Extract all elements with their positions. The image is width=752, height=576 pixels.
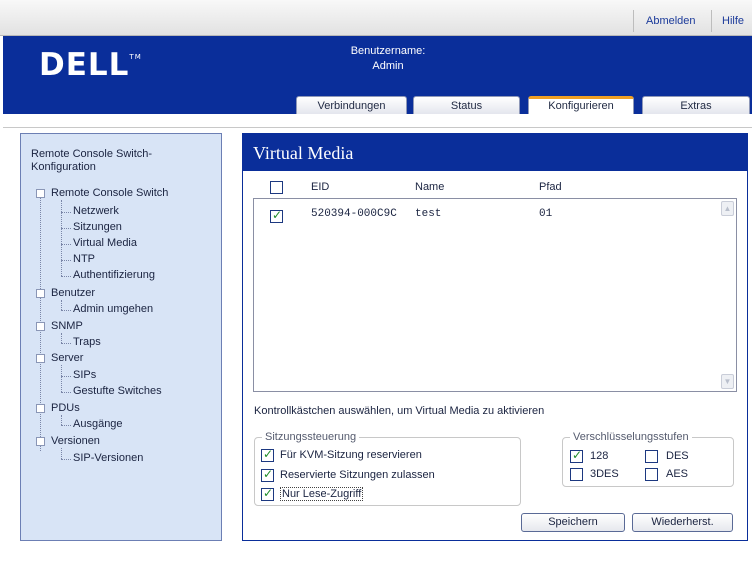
collapse-toggle[interactable]: [36, 404, 45, 413]
allow-reserved-label[interactable]: Reservierte Sitzungen zulassen: [280, 469, 435, 481]
encryption-legend: Verschlüsselungsstufen: [570, 431, 692, 443]
logo-trademark: TM: [129, 53, 142, 61]
tree-group-versionen[interactable]: Versionen: [51, 435, 100, 447]
session-control-group: Sitzungssteuerung Für KVM-Sitzung reserv…: [254, 431, 521, 506]
tree-item-ntp[interactable]: NTP: [73, 253, 95, 265]
instruction-text: Kontrollkästchen auswählen, um Virtual M…: [254, 405, 545, 417]
collapse-toggle[interactable]: [36, 437, 45, 446]
collapse-toggle[interactable]: [36, 189, 45, 198]
tree-branch: [61, 212, 71, 213]
row-name: test: [415, 208, 442, 220]
reserve-kvm-label[interactable]: Für KVM-Sitzung reservieren: [280, 449, 422, 461]
enc-aes-checkbox[interactable]: [645, 468, 658, 481]
tree-branch: [61, 425, 71, 426]
tree-item-traps[interactable]: Traps: [73, 336, 101, 348]
tree-item-virtual-media[interactable]: Virtual Media: [73, 237, 137, 249]
enc-3des-label[interactable]: 3DES: [590, 468, 619, 480]
enc-3des-checkbox[interactable]: [570, 468, 583, 481]
row-checkbox[interactable]: [270, 208, 283, 223]
tree-item-sitzungen[interactable]: Sitzungen: [73, 221, 122, 233]
select-all-checkbox[interactable]: [270, 181, 283, 194]
reset-button[interactable]: Wiederherst.: [632, 513, 733, 532]
enc-aes-label[interactable]: AES: [666, 468, 688, 480]
tab-content-strip: [3, 114, 752, 128]
tree-connector: [61, 365, 62, 392]
enc-128-checkbox[interactable]: [570, 448, 583, 463]
divider: [711, 10, 712, 32]
tree-branch: [61, 459, 71, 460]
enc-128-label[interactable]: 128: [590, 450, 608, 462]
tree-item-netzwerk[interactable]: Netzwerk: [73, 205, 119, 217]
collapse-toggle[interactable]: [36, 354, 45, 363]
panel-title-bar: Virtual Media: [243, 134, 747, 171]
tree-group-benutzer[interactable]: Benutzer: [51, 287, 95, 299]
tree-group-remote-console-switch[interactable]: Remote Console Switch: [51, 187, 168, 199]
navigation-tree-panel: Remote Console Switch-Konfiguration Remo…: [20, 133, 222, 541]
tree-item-admin-umgehen[interactable]: Admin umgehen: [73, 303, 153, 315]
tree-group-snmp[interactable]: SNMP: [51, 320, 83, 332]
tree-item-sips[interactable]: SIPs: [73, 369, 96, 381]
tree-connector: [61, 415, 62, 425]
top-utility-bar: Abmelden Hilfe: [0, 0, 752, 36]
session-control-legend: Sitzungssteuerung: [262, 431, 360, 443]
panel-title: Virtual Media: [253, 143, 354, 163]
virtual-media-panel: Virtual Media EID Name Pfad 520394-000C9…: [242, 133, 748, 541]
tree-branch: [61, 260, 71, 261]
username-caption: Benutzername:: [350, 45, 426, 57]
tab-status[interactable]: Status: [413, 96, 520, 114]
tree-item-authentifizierung[interactable]: Authentifizierung: [73, 269, 155, 281]
collapse-toggle[interactable]: [36, 289, 45, 298]
tree-item-ausgaenge[interactable]: Ausgänge: [73, 418, 123, 430]
column-header-eid[interactable]: EID: [311, 181, 329, 193]
tree-branch: [61, 392, 71, 393]
tree-connector: [61, 333, 62, 343]
row-eid: 520394-000C9C: [311, 208, 397, 220]
help-link[interactable]: Hilfe: [722, 15, 744, 27]
logo-text: DELL: [39, 47, 130, 83]
column-header-name[interactable]: Name: [415, 181, 444, 193]
tree-branch: [61, 376, 71, 377]
tree-title: Remote Console Switch-Konfiguration: [31, 148, 153, 173]
tree-connector: [61, 448, 62, 459]
tab-verbindungen[interactable]: Verbindungen: [296, 96, 407, 114]
tree-group-server[interactable]: Server: [51, 352, 83, 364]
virtual-media-list[interactable]: 520394-000C9C test 01 ▲ ▼: [253, 198, 737, 392]
dell-logo: DELLTM: [39, 47, 142, 83]
tree-branch: [61, 228, 71, 229]
logout-link[interactable]: Abmelden: [646, 15, 696, 27]
read-only-checkbox[interactable]: [261, 486, 274, 501]
tree-branch: [61, 343, 71, 344]
tree-item-sip-versionen[interactable]: SIP-Versionen: [73, 452, 143, 464]
tree-connector: [61, 300, 62, 310]
divider: [633, 10, 634, 32]
reserve-kvm-checkbox[interactable]: [261, 447, 274, 462]
username-value: Admin: [372, 60, 404, 72]
row-path: 01: [539, 208, 553, 220]
tab-extras[interactable]: Extras: [642, 96, 750, 114]
collapse-toggle[interactable]: [36, 322, 45, 331]
tree-branch: [61, 310, 71, 311]
read-only-label[interactable]: Nur Lese-Zugriff: [280, 487, 364, 501]
tree-group-pdus[interactable]: PDUs: [51, 402, 80, 414]
tree-branch: [61, 276, 71, 277]
tree-branch: [61, 244, 71, 245]
tree-item-gestufte-switches[interactable]: Gestufte Switches: [73, 385, 162, 397]
save-button[interactable]: Speichern: [521, 513, 625, 532]
scroll-up-button[interactable]: ▲: [721, 201, 734, 216]
enc-des-checkbox[interactable]: [645, 450, 658, 463]
tab-konfigurieren[interactable]: Konfigurieren: [528, 96, 634, 115]
column-header-path[interactable]: Pfad: [539, 181, 562, 193]
allow-reserved-checkbox[interactable]: [261, 467, 274, 482]
vertical-scrollbar[interactable]: ▲ ▼: [720, 199, 736, 391]
enc-des-label[interactable]: DES: [666, 450, 689, 462]
encryption-group: Verschlüsselungsstufen 128 DES 3DES AES: [562, 431, 734, 487]
scroll-down-button[interactable]: ▼: [721, 374, 734, 389]
